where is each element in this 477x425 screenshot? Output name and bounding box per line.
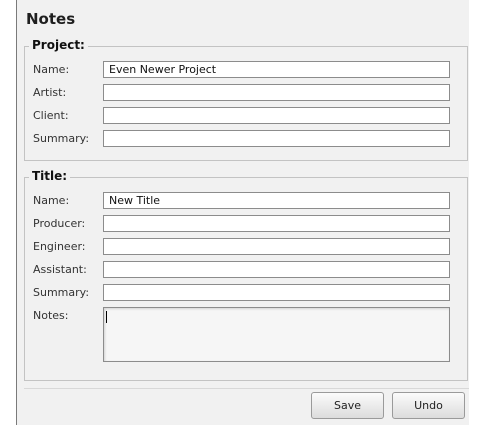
- title-summary-field[interactable]: [103, 284, 450, 301]
- title-group: Title: Name: New Title Producer: Enginee…: [24, 169, 468, 381]
- title-legend: Title:: [29, 169, 71, 183]
- title-engineer-field[interactable]: [103, 238, 450, 255]
- title-producer-field[interactable]: [103, 215, 450, 232]
- title-engineer-label: Engineer:: [33, 240, 86, 253]
- project-name-field[interactable]: Even Newer Project: [103, 61, 450, 78]
- project-client-label: Client:: [33, 109, 69, 122]
- footer-divider: [24, 388, 469, 389]
- project-legend: Project:: [29, 38, 88, 52]
- title-name-field[interactable]: New Title: [103, 192, 450, 209]
- title-notes-textarea[interactable]: [103, 307, 450, 362]
- project-summary-field[interactable]: [103, 130, 450, 147]
- save-button[interactable]: Save: [311, 392, 384, 419]
- title-summary-label: Summary:: [33, 286, 90, 299]
- project-artist-field[interactable]: [103, 84, 450, 101]
- title-assistant-field[interactable]: [103, 261, 450, 278]
- text-caret: [106, 311, 107, 323]
- panel-title: Notes: [26, 10, 76, 28]
- title-notes-label: Notes:: [33, 309, 69, 322]
- title-name-label: Name:: [33, 194, 70, 207]
- undo-button[interactable]: Undo: [392, 392, 465, 419]
- project-artist-label: Artist:: [33, 86, 67, 99]
- title-assistant-label: Assistant:: [33, 263, 87, 276]
- project-client-field[interactable]: [103, 107, 450, 124]
- project-group: Project: Name: Even Newer Project Artist…: [24, 38, 468, 161]
- project-name-label: Name:: [33, 63, 70, 76]
- project-summary-label: Summary:: [33, 132, 90, 145]
- title-producer-label: Producer:: [33, 217, 86, 230]
